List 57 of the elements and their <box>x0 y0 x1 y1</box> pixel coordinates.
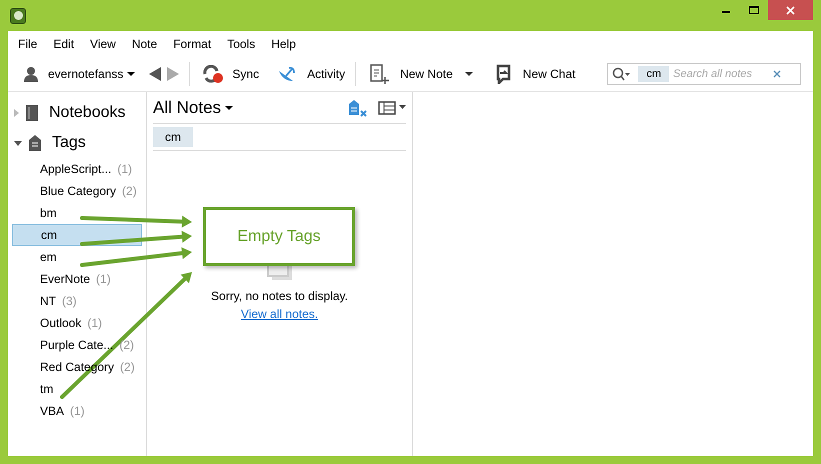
activity-button[interactable]: Activity <box>307 65 346 83</box>
menu-item[interactable]: Format <box>173 35 212 53</box>
menu-item[interactable]: Help <box>271 35 296 53</box>
notebook-icon <box>25 104 39 122</box>
tag-item[interactable]: EverNote (1) <box>12 268 142 290</box>
menu-item[interactable]: Tools <box>227 35 256 53</box>
menu-item[interactable]: View <box>90 35 116 53</box>
tag-item[interactable]: AppleScript... (1) <box>12 158 142 180</box>
search-field[interactable]: cm Search all notes <box>607 63 802 85</box>
search-icon[interactable] <box>612 67 630 81</box>
chat-icon <box>494 64 511 84</box>
menu-item[interactable]: Edit <box>53 35 74 53</box>
clear-tag-filter-icon[interactable] <box>348 98 368 116</box>
collapse-icon[interactable] <box>14 140 22 146</box>
tag-item[interactable]: em <box>12 246 142 268</box>
tag-item[interactable]: tm <box>12 378 142 400</box>
tag-item[interactable]: bm <box>12 202 142 224</box>
tag-item[interactable]: Outlook (1) <box>12 312 142 334</box>
new-chat-button[interactable]: New Chat <box>522 65 576 83</box>
new-note-button[interactable]: New Note <box>400 65 473 83</box>
tag-count: (2) <box>122 183 137 200</box>
account-dropdown[interactable]: evernotefanss <box>48 65 136 83</box>
back-icon[interactable] <box>149 67 162 81</box>
callout-box: Empty Tags <box>203 207 355 266</box>
close-icon[interactable] <box>773 70 782 78</box>
search-input[interactable]: Search all notes <box>673 66 770 82</box>
all-notes-dropdown[interactable]: All Notes <box>153 94 234 120</box>
tag-item[interactable]: Blue Category (2) <box>12 180 142 202</box>
tag-count: (1) <box>87 315 102 332</box>
tag-count: (3) <box>62 293 77 310</box>
app-logo-icon <box>10 8 26 24</box>
empty-message: Sorry, no notes to display. <box>211 288 348 305</box>
menu-item[interactable]: File <box>18 35 38 53</box>
tag-count: (2) <box>120 359 135 376</box>
sync-icon <box>202 65 224 83</box>
sync-button[interactable]: Sync <box>232 65 260 83</box>
close-button[interactable] <box>768 0 813 20</box>
view-all-notes-link[interactable]: View all notes. <box>240 305 318 323</box>
view-options-icon[interactable] <box>378 100 406 114</box>
menu-item[interactable]: Note <box>132 35 158 53</box>
notebooks-heading[interactable]: Notebooks <box>49 101 126 125</box>
tag-icon <box>28 134 42 152</box>
tags-heading[interactable]: Tags <box>52 131 86 155</box>
search-tag: cm <box>638 66 670 82</box>
tag-item[interactable]: NT (3) <box>12 290 142 312</box>
tag-count: (2) <box>119 337 134 354</box>
close-icon <box>786 6 795 14</box>
tag-item[interactable]: VBA (1) <box>12 400 142 422</box>
tag-count: (1) <box>96 271 111 288</box>
user-icon <box>24 66 38 82</box>
tag-item[interactable]: cm <box>12 224 142 246</box>
filter-tag[interactable]: cm <box>153 127 193 147</box>
tag-item[interactable]: Purple Cate... (2) <box>12 334 142 356</box>
tag-count: (1) <box>70 403 85 420</box>
tag-count: (1) <box>117 161 132 178</box>
satellite-dish-icon <box>277 65 298 83</box>
new-note-icon <box>370 64 390 84</box>
